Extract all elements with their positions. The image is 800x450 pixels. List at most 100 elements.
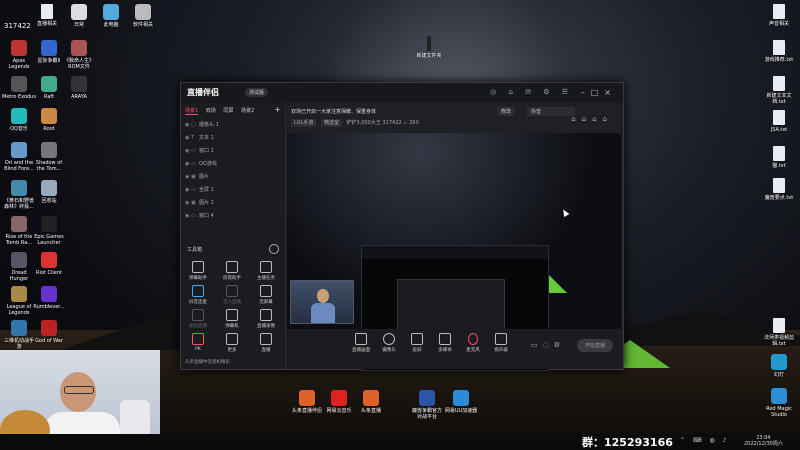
folder-icon: [427, 36, 431, 51]
screen-capture-button[interactable]: 直播画面: [347, 333, 375, 353]
desktop-icon[interactable]: 《致命人生》ROM文件: [62, 40, 96, 70]
desktop-icon[interactable]: 直播相关: [30, 4, 64, 27]
preview-tools-icons[interactable]: ⌂⌂⌂⌂: [571, 115, 613, 123]
room-chip[interactable]: 精选室: [320, 119, 342, 127]
cast-button[interactable]: 投屏: [403, 333, 431, 353]
dread-hunger-icon: [11, 252, 27, 268]
desktop-icon[interactable]: 幻灯: [762, 354, 796, 378]
tool-button[interactable]: 直播录像: [251, 309, 281, 329]
desktop-icon[interactable]: 声音相关: [762, 4, 796, 27]
desktop-icon[interactable]: QQ音乐: [2, 108, 36, 132]
desktop-icon[interactable]: Apex Legends: [2, 40, 36, 70]
tab-scene[interactable]: 场景1: [185, 108, 199, 115]
tool-button[interactable]: 主播任务: [251, 261, 281, 281]
tool-button[interactable]: 更多: [217, 333, 247, 353]
tool-button[interactable]: 抖音连麦: [183, 285, 213, 305]
desktop-icon[interactable]: 魔兽要点.txt: [762, 178, 796, 201]
source-item[interactable]: ◉ ▣ 图片 1: [185, 199, 281, 210]
source-item[interactable]: ◉ ▭ 全屏 1: [185, 186, 281, 197]
desktop-icon[interactable]: 网易云音乐: [322, 390, 356, 414]
tab-scene[interactable]: 双场: [206, 108, 216, 114]
desktop-icon[interactable]: Dread Hunger: [2, 252, 36, 282]
desktop-icon[interactable]: Raft: [32, 76, 66, 100]
edit-title-button[interactable]: 修改: [497, 107, 516, 116]
titlebar-tools-icon[interactable]: ◎ ⌂ ✉ ⚙ ☰: [490, 88, 573, 96]
desktop-icon[interactable]: ARAYA: [62, 76, 96, 100]
desktop-icon[interactable]: Riot Client: [32, 252, 66, 276]
desktop-icon[interactable]: 软件相关: [126, 4, 160, 28]
desktop-icon[interactable]: Red Magic Studio: [762, 388, 796, 418]
window-controls[interactable]: –□×: [581, 88, 617, 97]
desktop-icon[interactable]: Rumblever...: [32, 286, 66, 310]
extra-icons[interactable]: ▭◌⚙: [531, 341, 565, 349]
desktop-icon[interactable]: 猫.txt: [762, 146, 796, 169]
desktop-icon[interactable]: Root: [32, 108, 66, 132]
platform-select[interactable]: 抖音: [527, 107, 575, 116]
tab-scene[interactable]: 同屏: [223, 108, 233, 114]
desktop-icon[interactable]: 法师类视频剪辑.txt: [762, 318, 796, 347]
desktop-icon[interactable]: 魔兽争霸官方对战平台: [410, 390, 444, 420]
desktop-icon[interactable]: Rise of the Tomb Ra...: [2, 216, 36, 246]
tool-button[interactable]: 虚拟直播: [183, 309, 213, 329]
desktop-icon[interactable]: 头条直播: [354, 390, 388, 414]
uu-accelerator-icon: [453, 390, 469, 406]
file-icon: [41, 4, 53, 19]
tool-button[interactable]: 房管助手: [217, 261, 247, 281]
file-icon: [773, 318, 785, 333]
go-live-button[interactable]: 开始直播: [576, 339, 613, 352]
desktop-icon[interactable]: 头条直播伴侣: [290, 390, 324, 414]
tool-button[interactable]: 弹幕助手: [183, 261, 213, 281]
recycle-bin-icon: [41, 180, 57, 196]
microphone-button[interactable]: 麦克风: [459, 333, 487, 353]
triangle-icon: [260, 333, 272, 345]
tool-button[interactable]: 连屏幕: [251, 285, 281, 305]
source-item[interactable]: ◉ ▭ 窗口 4: [185, 212, 281, 223]
source-item[interactable]: ◉ ▢ 摄像头 1: [185, 121, 281, 132]
desktop-icon[interactable]: 网易UU加速器: [444, 390, 478, 414]
tool-button[interactable]: 无人直播: [217, 285, 247, 305]
category-chip[interactable]: LOL手游: [291, 119, 317, 127]
toolbox-settings-icon[interactable]: [269, 244, 279, 254]
tool-button[interactable]: 直播: [251, 333, 281, 353]
tool-button[interactable]: PK: [183, 333, 213, 352]
speaker-button[interactable]: 扬声器: [487, 333, 515, 353]
warcraft-platform-icon: [419, 390, 435, 406]
add-scene-button[interactable]: +: [274, 105, 281, 114]
desktop-icon[interactable]: God of War: [32, 320, 66, 344]
camera-button[interactable]: 摄像头: [375, 333, 403, 353]
desktop-icon[interactable]: League of Legends: [2, 286, 36, 316]
screen-icon: [260, 285, 272, 297]
version-badge[interactable]: 测试版: [245, 88, 269, 97]
desktop-icon[interactable]: 《黄石和野兽森林》终极...: [2, 180, 36, 210]
desktop-icon[interactable]: 星际争霸II: [32, 40, 66, 64]
riot-client-icon: [41, 252, 57, 268]
text-icon: T: [191, 135, 195, 141]
desktop-icon[interactable]: 新建文件夹: [412, 36, 446, 59]
file-icon: [773, 146, 785, 161]
desktop-icon[interactable]: 回收站: [32, 180, 66, 204]
desktop-icon[interactable]: 游戏推荐.txt: [762, 40, 796, 63]
media-button[interactable]: 多媒体: [431, 333, 459, 353]
desktop-icon[interactable]: Ori and the Blind Fore...: [2, 142, 36, 172]
desktop-icon[interactable]: JSA.txt: [762, 110, 796, 133]
link-icon: [192, 285, 204, 297]
source-item[interactable]: ◉ ▭ QQ游戏: [185, 160, 281, 171]
camera-icon: [383, 333, 395, 345]
desktop-icon[interactable]: Epic Games Launcher: [32, 216, 66, 246]
screen-icon: ▭: [191, 187, 196, 193]
system-tray[interactable]: ⌃ ⌨ ◍ ♪: [680, 437, 729, 444]
desktop-icon[interactable]: 此电脑: [94, 4, 128, 28]
source-item[interactable]: ◉ T 文本 1: [185, 134, 281, 145]
clock[interactable]: 23:04 2022/12/30周六: [744, 435, 783, 447]
tool-button[interactable]: 弹幕机: [217, 309, 247, 329]
tab-scene[interactable]: 场景2: [241, 108, 254, 114]
desktop-icon[interactable]: Metro Exodus: [2, 76, 36, 100]
source-item[interactable]: ◉ ▣ 图片: [185, 173, 281, 184]
source-item[interactable]: ◉ ▭ 窗口 1: [185, 147, 281, 158]
raft-icon: [41, 76, 57, 92]
desktop-icon[interactable]: 三维机动战手游: [2, 320, 36, 350]
desktop-icon[interactable]: Shadow of the Tom...: [32, 142, 66, 172]
desktop-icon[interactable]: 日常: [62, 4, 96, 28]
desktop-icon[interactable]: 新建文本文档.txt: [762, 76, 796, 105]
fire-icon: ♨: [403, 120, 408, 126]
